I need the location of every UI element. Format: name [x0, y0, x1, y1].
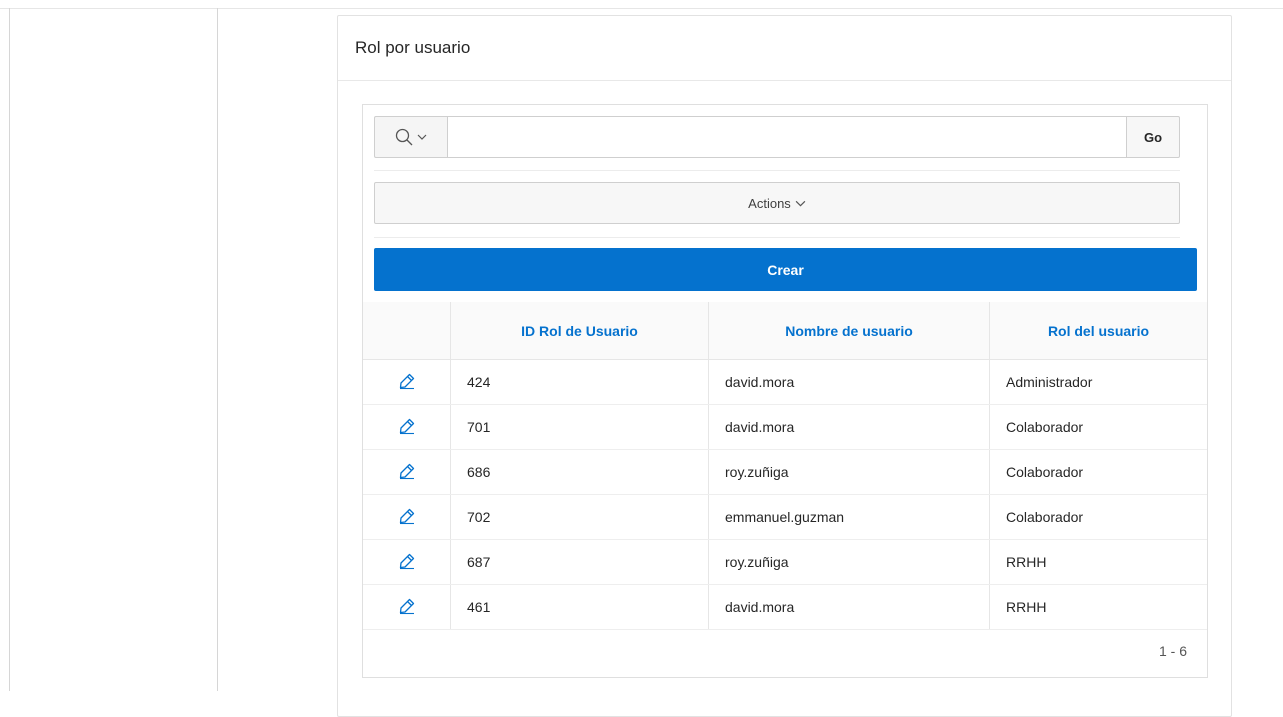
cell-user: roy.zuñiga — [708, 539, 990, 585]
cell-id: 702 — [450, 494, 709, 540]
edit-icon[interactable] — [398, 372, 416, 390]
edit-cell — [363, 539, 451, 585]
table-row: 424 david.mora Administrador — [363, 359, 1207, 405]
column-header-user[interactable]: Nombre de usuario — [708, 302, 990, 360]
toolbar-separator — [374, 237, 1180, 238]
cell-id: 686 — [450, 449, 709, 495]
edit-cell — [363, 584, 451, 630]
cell-id: 424 — [450, 359, 709, 405]
edit-icon[interactable] — [398, 507, 416, 525]
top-border — [0, 8, 1283, 9]
table-row: 461 david.mora RRHH — [363, 584, 1207, 630]
search-input[interactable] — [447, 116, 1127, 158]
search-icon — [395, 128, 413, 146]
go-button[interactable]: Go — [1127, 116, 1180, 158]
report-table: ID Rol de Usuario Nombre de usuario Rol … — [363, 302, 1207, 630]
edit-cell — [363, 359, 451, 405]
cell-id: 461 — [450, 584, 709, 630]
left-divider — [9, 8, 10, 691]
cell-user: roy.zuñiga — [708, 449, 990, 495]
column-header-edit — [363, 302, 451, 360]
toolbar-separator — [374, 170, 1180, 171]
edit-icon[interactable] — [398, 417, 416, 435]
nav-divider — [217, 8, 218, 691]
table-row: 702 emmanuel.guzman Colaborador — [363, 494, 1207, 540]
cell-user: david.mora — [708, 404, 990, 450]
cell-id: 701 — [450, 404, 709, 450]
table-row: 686 roy.zuñiga Colaborador — [363, 449, 1207, 495]
edit-cell — [363, 449, 451, 495]
actions-label: Actions — [748, 195, 791, 211]
table-row: 687 roy.zuñiga RRHH — [363, 539, 1207, 585]
edit-cell — [363, 404, 451, 450]
table-row: 701 david.mora Colaborador — [363, 404, 1207, 450]
cell-rol: Administrador — [989, 359, 1207, 405]
chevron-down-icon — [417, 134, 427, 140]
cell-rol: RRHH — [989, 539, 1207, 585]
cell-user: david.mora — [708, 584, 990, 630]
cell-rol: Colaborador — [989, 449, 1207, 495]
edit-cell — [363, 494, 451, 540]
cell-user: emmanuel.guzman — [708, 494, 990, 540]
region-title: Rol por usuario — [355, 38, 471, 57]
chevron-down-icon — [795, 200, 806, 207]
cell-user: david.mora — [708, 359, 990, 405]
edit-icon[interactable] — [398, 597, 416, 615]
interactive-report: Go Actions Crear ID Rol de Usuario Nombr… — [362, 104, 1208, 678]
search-column-selector[interactable] — [374, 116, 447, 158]
create-button[interactable]: Crear — [374, 248, 1197, 291]
cell-rol: Colaborador — [989, 404, 1207, 450]
region-rol-por-usuario: Rol por usuario Go Actions Crear ID Rol … — [337, 15, 1232, 717]
cell-rol: RRHH — [989, 584, 1207, 630]
edit-icon[interactable] — [398, 462, 416, 480]
actions-menu-button[interactable]: Actions — [374, 182, 1180, 224]
table-body: 424 david.mora Administrador 701 david.mora C… — [363, 359, 1207, 630]
pagination-label: 1 - 6 — [1158, 643, 1187, 659]
cell-rol: Colaborador — [989, 494, 1207, 540]
edit-icon[interactable] — [398, 552, 416, 570]
column-header-rol[interactable]: Rol del usuario — [989, 302, 1207, 360]
search-bar: Go — [374, 116, 1180, 158]
table-header-row: ID Rol de Usuario Nombre de usuario Rol … — [363, 302, 1207, 360]
cell-id: 687 — [450, 539, 709, 585]
region-header: Rol por usuario — [338, 16, 1231, 81]
column-header-id[interactable]: ID Rol de Usuario — [450, 302, 709, 360]
